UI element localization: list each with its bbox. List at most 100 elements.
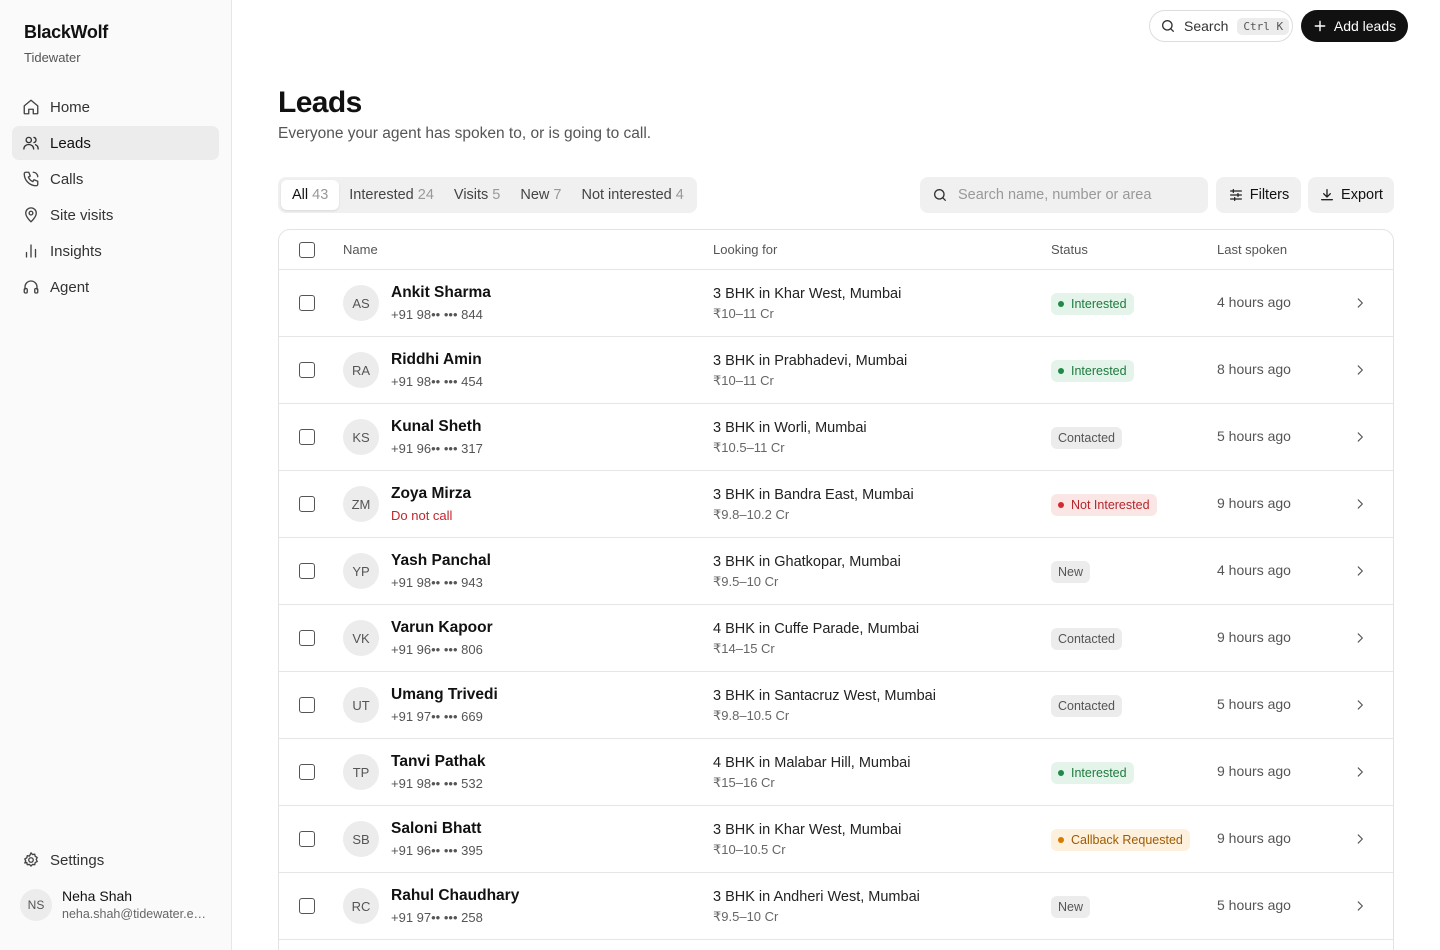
- looking-for: 3 BHK in Worli, Mumbai: [713, 420, 867, 436]
- avatar: NS: [20, 888, 52, 921]
- lead-phone: +91 96•• ••• 395: [391, 843, 483, 858]
- lead-name: Riddhi Amin: [391, 351, 482, 368]
- sidebar-item-label: Site visits: [50, 206, 114, 224]
- global-search-label: Search: [1184, 18, 1229, 34]
- lead-name: Yash Panchal: [391, 552, 491, 569]
- last-spoken: 5 hours ago: [1217, 897, 1291, 913]
- chevron-right-icon[interactable]: [1353, 698, 1367, 712]
- leads-search-input[interactable]: Search name, number or area: [920, 177, 1208, 213]
- search-placeholder: Search name, number or area: [958, 187, 1152, 203]
- chevron-right-icon[interactable]: [1353, 564, 1367, 578]
- tab-label: All: [292, 187, 309, 203]
- add-leads-button[interactable]: Add leads: [1301, 10, 1408, 42]
- sidebar-item-agent[interactable]: Agent: [12, 270, 219, 304]
- avatar: TP: [343, 754, 379, 790]
- row-checkbox[interactable]: [299, 429, 315, 445]
- status-label: Contacted: [1058, 632, 1115, 646]
- sidebar-item-calls[interactable]: Calls: [12, 162, 219, 196]
- table-row[interactable]: VK Varun Kapoor +91 96•• ••• 806 4 BHK in C…: [279, 605, 1393, 672]
- status-dot-icon: [1058, 502, 1064, 508]
- chevron-right-icon[interactable]: [1353, 296, 1367, 310]
- lead-name: Tanvi Pathak: [391, 753, 486, 770]
- status-label: Interested: [1071, 766, 1127, 780]
- table-row[interactable]: KS Kunal Sheth +91 96•• ••• 317 3 BHK in Wo…: [279, 404, 1393, 471]
- tab-all[interactable]: All 43: [281, 180, 340, 210]
- chevron-right-icon[interactable]: [1353, 430, 1367, 444]
- lead-phone: +91 98•• ••• 454: [391, 374, 483, 389]
- column-header-status: Status: [1051, 242, 1088, 257]
- tab-visits[interactable]: Visits 5: [444, 180, 510, 210]
- looking-for: 3 BHK in Santacruz West, Mumbai: [713, 688, 936, 704]
- row-checkbox[interactable]: [299, 496, 315, 512]
- tab-count: 43: [312, 187, 329, 203]
- table-row[interactable]: SB Saloni Bhatt +91 96•• ••• 395 3 BHK in K…: [279, 806, 1393, 873]
- looking-for: 4 BHK in Cuffe Parade, Mumbai: [713, 621, 920, 637]
- avatar: KS: [343, 419, 379, 455]
- row-checkbox[interactable]: [299, 295, 315, 311]
- looking-for: 3 BHK in Bandra East, Mumbai: [713, 487, 914, 503]
- chevron-right-icon[interactable]: [1353, 497, 1367, 511]
- chevron-right-icon[interactable]: [1353, 765, 1367, 779]
- table-header: Name Looking for Status Last spoken: [279, 230, 1393, 270]
- lead-phone: +91 98•• ••• 532: [391, 776, 483, 791]
- row-checkbox[interactable]: [299, 362, 315, 378]
- export-button[interactable]: Export: [1308, 177, 1394, 213]
- status-dot-icon: [1058, 368, 1064, 374]
- chevron-right-icon[interactable]: [1353, 899, 1367, 913]
- tab-interested[interactable]: Interested 24: [339, 180, 444, 210]
- last-spoken: 5 hours ago: [1217, 428, 1291, 444]
- table-row[interactable]: TP Tanvi Pathak +91 98•• ••• 532 4 BHK in M…: [279, 739, 1393, 806]
- sidebar-item-site-visits[interactable]: Site visits: [12, 198, 219, 232]
- status-badge: Callback Requested: [1051, 829, 1190, 851]
- table-row[interactable]: RC Rahul Chaudhary +91 97•• ••• 258 3 BHK i…: [279, 873, 1393, 940]
- lead-phone: +91 96•• ••• 806: [391, 642, 483, 657]
- download-icon: [1321, 189, 1334, 201]
- chevron-right-icon[interactable]: [1353, 631, 1367, 645]
- search-icon: [934, 189, 946, 201]
- status-badge: New: [1051, 561, 1091, 583]
- sidebar-item-label: Calls: [50, 170, 84, 188]
- table-row[interactable]: UT Umang Trivedi +91 97•• ••• 669 3 BHK in …: [279, 672, 1393, 739]
- row-checkbox[interactable]: [299, 697, 315, 713]
- global-search-button[interactable]: Search Ctrl K: [1149, 10, 1293, 42]
- sidebar-item-label: Home: [50, 98, 91, 116]
- row-checkbox[interactable]: [299, 831, 315, 847]
- table-row[interactable]: ZM Zoya Mirza Do not call 3 BHK in Bandra E…: [279, 471, 1393, 538]
- tab-new[interactable]: New 7: [510, 180, 571, 210]
- user-email: neha.shah@tidewater.example: [62, 907, 210, 921]
- add-leads-label: Add leads: [1333, 18, 1397, 34]
- status-label: Interested: [1071, 364, 1127, 378]
- budget: ₹10.5–11 Cr: [713, 440, 785, 455]
- chevron-right-icon[interactable]: [1353, 363, 1367, 377]
- lead-name: Zoya Mirza: [391, 485, 472, 502]
- table-row[interactable]: YP Yash Panchal +91 98•• ••• 943 3 BHK in G…: [279, 538, 1393, 605]
- sidebar-item-insights[interactable]: Insights: [12, 234, 219, 268]
- avatar: UT: [343, 687, 379, 723]
- lead-name: Ankit Sharma: [391, 284, 491, 301]
- sidebar-item-leads[interactable]: Leads: [12, 126, 219, 160]
- user-name: Neha Shah: [62, 888, 133, 904]
- do-not-call-label: Do not call: [391, 508, 453, 523]
- budget: ₹9.8–10.5 Cr: [713, 708, 790, 723]
- filters-button[interactable]: Filters: [1216, 177, 1301, 213]
- avatar: AS: [343, 285, 379, 321]
- status-badge: Contacted: [1051, 427, 1122, 449]
- row-checkbox[interactable]: [299, 764, 315, 780]
- row-checkbox[interactable]: [299, 563, 315, 579]
- sidebar-item-home[interactable]: Home: [12, 90, 219, 124]
- user-profile[interactable]: NS Neha Shah neha.shah@tidewater.example: [20, 888, 220, 921]
- sidebar-item-label: Insights: [50, 242, 102, 260]
- tab-not-interested[interactable]: Not interested 4: [571, 180, 693, 210]
- table-row[interactable]: RA Riddhi Amin +91 98•• ••• 454 3 BHK in Pr…: [279, 337, 1393, 404]
- select-all-checkbox[interactable]: [299, 242, 315, 258]
- search-icon: [1162, 20, 1174, 32]
- row-checkbox[interactable]: [299, 898, 315, 914]
- tab-label: Visits: [453, 187, 489, 203]
- row-checkbox[interactable]: [299, 630, 315, 646]
- budget: ₹9.5–10 Cr: [713, 909, 779, 924]
- status-label: Not Interested: [1071, 498, 1150, 512]
- last-spoken: 4 hours ago: [1217, 562, 1291, 578]
- sidebar-item-settings[interactable]: Settings: [12, 843, 219, 877]
- chevron-right-icon[interactable]: [1353, 832, 1367, 846]
- table-row[interactable]: AS Ankit Sharma +91 98•• ••• 844 3 BHK in K…: [279, 270, 1393, 337]
